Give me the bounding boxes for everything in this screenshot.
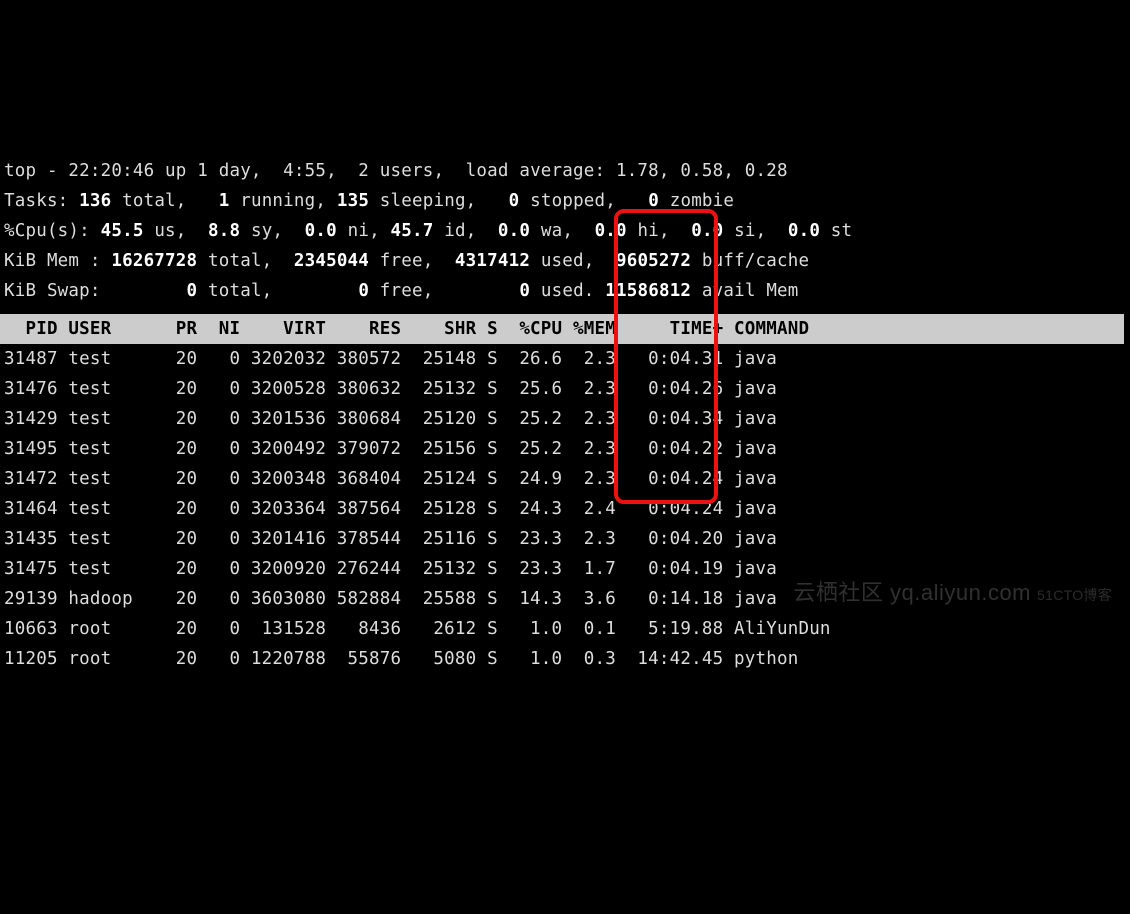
- process-row: 31435 test 20 0 3201416 378544 25116 S 2…: [4, 529, 949, 549]
- process-row: 11205 root 20 0 1220788 55876 5080 S 1.0…: [4, 649, 949, 669]
- process-row: 29139 hadoop 20 0 3603080 582884 25588 S…: [4, 589, 949, 609]
- summary-line-4: KiB Mem : 16267728 total, 2345044 free, …: [4, 251, 809, 271]
- process-row: 31475 test 20 0 3200920 276244 25132 S 2…: [4, 559, 949, 579]
- terminal-output: top - 22:20:46 up 1 day, 4:55, 2 users, …: [4, 126, 1130, 674]
- process-row: 31472 test 20 0 3200348 368404 25124 S 2…: [4, 469, 949, 489]
- process-row: 31495 test 20 0 3200492 379072 25156 S 2…: [4, 439, 949, 459]
- process-row: 31429 test 20 0 3201536 380684 25120 S 2…: [4, 409, 949, 429]
- process-row: 10663 root 20 0 131528 8436 2612 S 1.0 0…: [4, 619, 949, 639]
- process-table-header: PID USER PR NI VIRT RES SHR S %CPU %MEM …: [0, 314, 1124, 344]
- process-row: 31476 test 20 0 3200528 380632 25132 S 2…: [4, 379, 949, 399]
- process-row: 31464 test 20 0 3203364 387564 25128 S 2…: [4, 499, 949, 519]
- summary-line-5: KiB Swap: 0 total, 0 free, 0 used. 11586…: [4, 281, 799, 301]
- summary-line-2: Tasks: 136 total, 1 running, 135 sleepin…: [4, 191, 734, 211]
- summary-line-3: %Cpu(s): 45.5 us, 8.8 sy, 0.0 ni, 45.7 i…: [4, 221, 852, 241]
- process-row: 31487 test 20 0 3202032 380572 25148 S 2…: [4, 349, 949, 369]
- summary-line-1: top - 22:20:46 up 1 day, 4:55, 2 users, …: [4, 161, 788, 181]
